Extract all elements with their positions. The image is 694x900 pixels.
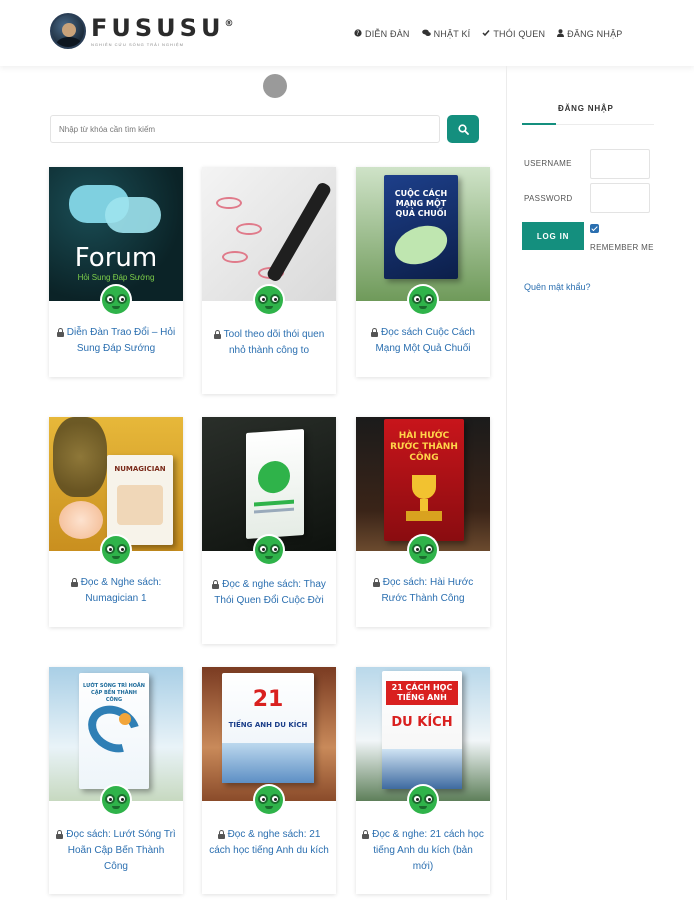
thumbnail-text: NUMAGICIAN xyxy=(114,465,166,473)
logo-text: FUSUSU® NGHIÊN CỨU SỐNG TRẢI NGHIỆM xyxy=(91,15,233,47)
nav-item-label: ĐĂNG NHẬP xyxy=(567,29,623,39)
lock-icon xyxy=(56,328,64,337)
thumbnail-subtext: DU KÍCH xyxy=(391,715,453,730)
card-title-link[interactable]: Đọc sách: Lướt Sóng Trì Hoãn Cập Bến Thà… xyxy=(55,827,177,875)
thumbnail-text: CUỘC CÁCH MẠNG MỘT QUẢ CHUỐI xyxy=(394,189,448,218)
card-thumbnail[interactable]: LƯỚT SÓNG TRÌ HOÃN CẬP BẾN THÀNH CÔNG xyxy=(49,667,183,801)
nav-item-habit[interactable]: THÓI QUEN xyxy=(482,29,545,39)
user-icon xyxy=(557,29,565,39)
card-thumbnail[interactable] xyxy=(202,167,336,301)
lock-icon xyxy=(371,328,379,337)
card-thumbnail[interactable]: CUỘC CÁCH MẠNG MỘT QUẢ CHUỐI xyxy=(356,167,490,301)
lock-icon xyxy=(372,578,380,587)
post-card[interactable]: Đọc & nghe sách: Thay Thói Quen Đổi Cuộc… xyxy=(202,417,336,644)
thumbnail-text: 21 xyxy=(252,687,284,712)
thumbnail-text: Forum xyxy=(74,243,158,273)
main-nav: ? DIỄN ĐÀN NHẬT KÍ THÓI QUEN ĐĂNG NHẬP xyxy=(354,29,634,39)
search-icon xyxy=(457,123,469,135)
heading-rule xyxy=(556,123,654,125)
post-card[interactable]: 21 TIẾNG ANH DU KÍCH Đọc & nghe sách: 21… xyxy=(202,667,336,894)
author-avatar[interactable] xyxy=(407,784,439,816)
card-thumbnail[interactable]: 21 TIẾNG ANH DU KÍCH xyxy=(202,667,336,801)
nav-item-diary[interactable]: NHẬT KÍ xyxy=(421,29,471,39)
login-widget-heading: ĐĂNG NHẬP xyxy=(558,104,614,113)
card-title-link[interactable]: Đọc & nghe sách: 21 cách học tiếng Anh d… xyxy=(208,827,330,859)
search-input[interactable] xyxy=(50,115,440,143)
author-avatar[interactable] xyxy=(407,284,439,316)
card-title-link[interactable]: Đọc & nghe sách: Thay Thói Quen Đổi Cuộc… xyxy=(208,577,330,609)
password-label: PASSWORD xyxy=(524,194,573,203)
post-card[interactable]: Forum Hỏi Sung Đáp Sướng Diễn Đàn Trao Đ… xyxy=(49,167,183,377)
login-button[interactable]: LOG IN xyxy=(522,222,584,250)
card-thumbnail[interactable]: Forum Hỏi Sung Đáp Sướng xyxy=(49,167,183,301)
card-thumbnail[interactable]: HÀI HƯỚC RƯỚC THÀNH CÔNG xyxy=(356,417,490,551)
lock-icon xyxy=(212,580,220,589)
card-thumbnail[interactable]: 21 CÁCH HỌC TIẾNG ANH DU KÍCH xyxy=(356,667,490,801)
card-title-link[interactable]: Đọc sách: Hài Hước Rước Thành Công xyxy=(362,575,484,607)
author-avatar[interactable] xyxy=(253,534,285,566)
content-divider xyxy=(506,66,507,900)
thumbnail-subtext: TIẾNG ANH DU KÍCH xyxy=(228,721,308,729)
author-avatar[interactable] xyxy=(100,784,132,816)
remember-me-checkbox[interactable] xyxy=(590,224,599,233)
search-bar xyxy=(50,115,480,143)
forgot-password-link[interactable]: Quên mật khẩu? xyxy=(524,282,591,292)
nav-item-label: DIỄN ĐÀN xyxy=(365,29,410,39)
trademark-mark: ® xyxy=(224,19,234,29)
loading-indicator xyxy=(263,74,287,98)
username-label: USERNAME xyxy=(524,159,572,168)
brand-name: FUSUSU xyxy=(91,14,225,42)
remember-me-label: REMEMBER ME xyxy=(590,243,654,252)
check-icon xyxy=(482,29,490,39)
lock-icon xyxy=(362,830,370,839)
author-avatar[interactable] xyxy=(407,534,439,566)
nav-item-label: NHẬT KÍ xyxy=(433,29,471,39)
post-card[interactable]: NUMAGICIAN Đọc & Nghe sách: Numagician 1 xyxy=(49,417,183,627)
card-title-link[interactable]: Diễn Đàn Trao Đổi – Hỏi Sung Đáp Sướng xyxy=(55,325,177,357)
author-avatar[interactable] xyxy=(253,284,285,316)
card-title-link[interactable]: Đọc sách Cuộc Cách Mạng Một Quả Chuối xyxy=(362,325,484,357)
post-card[interactable]: LƯỚT SÓNG TRÌ HOÃN CẬP BẾN THÀNH CÔNG Đọ… xyxy=(49,667,183,894)
username-field[interactable] xyxy=(590,149,650,179)
logo-badge xyxy=(50,13,86,49)
svg-text:?: ? xyxy=(356,30,359,37)
lock-icon xyxy=(217,830,225,839)
post-card[interactable]: 21 CÁCH HỌC TIẾNG ANH DU KÍCH Đọc & nghe… xyxy=(356,667,490,894)
author-avatar[interactable] xyxy=(100,534,132,566)
nav-item-forum[interactable]: ? DIỄN ĐÀN xyxy=(354,29,410,39)
author-avatar[interactable] xyxy=(253,784,285,816)
nav-item-label: THÓI QUEN xyxy=(493,29,546,39)
password-field[interactable] xyxy=(590,183,650,213)
thumbnail-subtext: Hỏi Sung Đáp Sướng xyxy=(77,273,155,282)
lock-icon xyxy=(56,830,64,839)
card-title-link[interactable]: Tool theo dõi thói quen nhỏ thành công t… xyxy=(208,327,330,359)
brand-tagline: NGHIÊN CỨU SỐNG TRẢI NGHIỆM xyxy=(91,42,185,47)
thumbnail-text: 21 CÁCH HỌC TIẾNG ANH xyxy=(386,681,458,705)
comments-icon xyxy=(421,29,431,39)
thumbnail-text: LƯỚT SÓNG TRÌ HOÃN CẬP BẾN THÀNH CÔNG xyxy=(83,683,145,703)
post-card[interactable]: Tool theo dõi thói quen nhỏ thành công t… xyxy=(202,167,336,394)
card-title-link[interactable]: Đọc & Nghe sách: Numagician 1 xyxy=(55,575,177,607)
search-button[interactable] xyxy=(447,115,479,143)
author-avatar[interactable] xyxy=(100,284,132,316)
nav-item-login[interactable]: ĐĂNG NHẬP xyxy=(557,29,622,39)
question-circle-icon: ? xyxy=(354,29,362,39)
post-card[interactable]: HÀI HƯỚC RƯỚC THÀNH CÔNG Đọc sách: Hài H… xyxy=(356,417,490,627)
post-card[interactable]: CUỘC CÁCH MẠNG MỘT QUẢ CHUỐI Đọc sách Cu… xyxy=(356,167,490,377)
thumbnail-text: HÀI HƯỚC RƯỚC THÀNH CÔNG xyxy=(390,431,458,463)
site-header: FUSUSU® NGHIÊN CỨU SỐNG TRẢI NGHIỆM ? DI… xyxy=(0,0,694,66)
card-title-link[interactable]: Đọc & nghe: 21 cách học tiếng Anh du kíc… xyxy=(362,827,484,875)
heading-accent-rule xyxy=(522,123,556,125)
lock-icon xyxy=(70,578,78,587)
card-thumbnail[interactable] xyxy=(202,417,336,551)
lock-icon xyxy=(213,330,221,339)
card-thumbnail[interactable]: NUMAGICIAN xyxy=(49,417,183,551)
site-logo[interactable]: FUSUSU® NGHIÊN CỨU SỐNG TRẢI NGHIỆM xyxy=(50,13,233,49)
